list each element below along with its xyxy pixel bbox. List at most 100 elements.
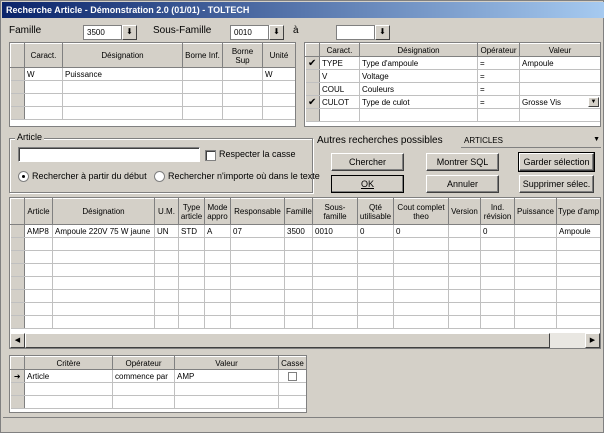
table-row[interactable] [10,250,600,264]
cell-designation[interactable]: Type de culot [359,95,478,109]
check-icon[interactable] [305,82,320,96]
cell[interactable] [52,276,155,290]
table-row[interactable] [10,382,306,396]
cell[interactable] [230,302,285,316]
col-header-qte-utilisable[interactable]: Qté utilisable [357,198,394,225]
cell-designation[interactable]: Type d'ampoule [359,56,478,70]
col-header-critere[interactable]: Critère [24,356,113,370]
cell[interactable] [448,237,481,251]
cell[interactable] [357,237,394,251]
cell[interactable] [448,263,481,277]
cell[interactable] [154,302,179,316]
cell[interactable] [24,263,53,277]
cell[interactable] [284,250,313,264]
cell[interactable] [24,106,63,120]
cell[interactable] [154,276,179,290]
col-header-designation[interactable]: Désignation [52,198,155,225]
col-header-um[interactable]: U.M. [154,198,179,225]
row-selector[interactable] [10,80,25,94]
cell[interactable] [514,276,557,290]
cell[interactable] [112,395,175,409]
cell-borne-sup[interactable] [222,67,263,81]
cell[interactable] [480,276,515,290]
cell[interactable] [514,315,557,329]
cell[interactable] [393,276,449,290]
cell-caract[interactable]: TYPE [319,56,360,70]
cell[interactable] [480,250,515,264]
col-header-unite[interactable]: Unité [262,43,295,68]
cell-operateur[interactable]: = [477,56,520,70]
table-row[interactable] [10,237,600,251]
cell[interactable] [178,250,205,264]
ok-button[interactable]: OK [331,175,404,193]
cell[interactable] [222,106,263,120]
sous-famille-dropdown-icon[interactable]: ⬇ [269,25,284,40]
table-row[interactable]: V Voltage = [305,69,600,83]
cell[interactable] [393,315,449,329]
cell[interactable] [222,93,263,107]
cell[interactable] [357,289,394,303]
cell[interactable]: 0 [480,224,515,238]
cell[interactable] [24,395,113,409]
cell[interactable] [448,302,481,316]
cell[interactable] [24,276,53,290]
cell-operateur[interactable]: = [477,82,520,96]
cell[interactable]: 07 [230,224,285,238]
cell[interactable] [357,315,394,329]
cell[interactable] [514,289,557,303]
col-header-sous-famille[interactable]: Sous-famille [312,198,358,225]
col-header-operateur[interactable]: Opérateur [112,356,175,370]
table-row[interactable]: AMP8 Ampoule 220V 75 W jaune UN STD A 07… [10,224,600,238]
cell[interactable] [204,302,231,316]
cell[interactable] [393,250,449,264]
cell[interactable] [312,237,358,251]
cell[interactable] [284,289,313,303]
criteria-values-grid[interactable]: Caract. Désignation Opérateur Valeur ✔ T… [304,42,601,127]
table-row[interactable] [10,80,295,94]
a-value[interactable] [336,25,375,40]
cell[interactable]: 0010 [312,224,358,238]
cell[interactable] [514,237,557,251]
col-header-type-amp[interactable]: Type d'amp [556,198,600,225]
row-selector[interactable] [305,108,320,122]
table-row[interactable]: ➜ Article commence par AMP [10,369,306,383]
cell[interactable] [24,250,53,264]
cell[interactable] [154,289,179,303]
cell[interactable]: A [204,224,231,238]
cell[interactable] [480,263,515,277]
cell[interactable] [393,289,449,303]
row-selector[interactable] [10,224,25,238]
cell[interactable] [262,93,295,107]
cell[interactable] [154,263,179,277]
cell[interactable] [556,289,600,303]
row-selector[interactable] [10,93,25,107]
cell[interactable] [174,382,279,396]
row-selector[interactable] [10,302,25,316]
cell[interactable] [182,106,223,120]
cell[interactable]: Ampoule 220V 75 W jaune [52,224,155,238]
col-header-type-article[interactable]: Type article [178,198,205,225]
table-row[interactable] [10,263,600,277]
col-header-version[interactable]: Version [448,198,481,225]
table-row[interactable] [305,108,600,122]
cell-designation[interactable]: Voltage [359,69,478,83]
cell-unite[interactable]: W [262,67,295,81]
cell[interactable] [480,302,515,316]
cell[interactable] [24,93,63,107]
cell[interactable] [480,289,515,303]
cell[interactable] [312,250,358,264]
cell[interactable] [174,395,279,409]
cell[interactable]: STD [178,224,205,238]
cell[interactable]: UN [154,224,179,238]
cell[interactable] [357,276,394,290]
cell-critere[interactable]: Article [24,369,113,383]
table-row[interactable] [10,106,295,120]
cell[interactable] [357,250,394,264]
check-icon[interactable]: ✔ [305,56,320,70]
row-selector[interactable] [10,237,25,251]
cell[interactable] [284,237,313,251]
cell[interactable] [24,315,53,329]
cell[interactable] [448,250,481,264]
cell[interactable] [556,263,600,277]
a-combo[interactable]: ⬇ [336,25,390,40]
